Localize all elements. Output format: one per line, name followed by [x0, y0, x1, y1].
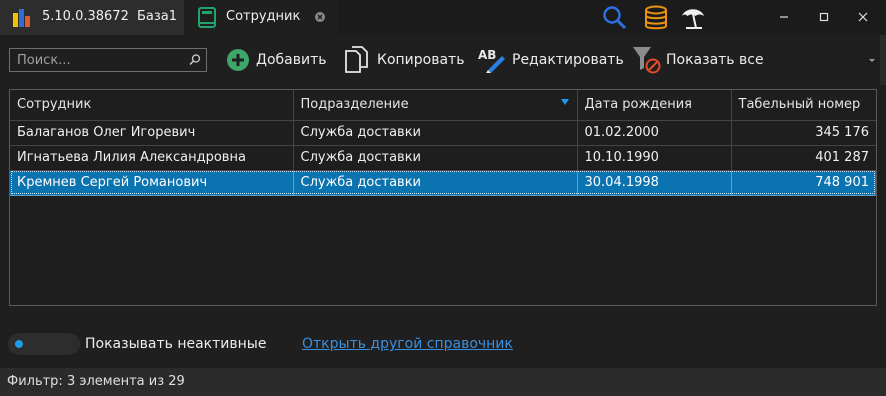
cell-department[interactable]: Служба доставки — [293, 145, 578, 171]
table-row[interactable]: Игнатьева Лилия Александровна Служба дос… — [10, 145, 876, 171]
close-window-icon[interactable] — [852, 6, 874, 28]
cell-employee[interactable]: Игнатьева Лилия Александровна — [10, 145, 294, 171]
maximize-icon[interactable] — [813, 6, 835, 28]
column-header-employee[interactable]: Сотрудник — [10, 90, 294, 121]
table-row[interactable]: Балаганов Олег Игоревич Служба доставки … — [10, 120, 876, 146]
column-header-department-label: Подразделение — [300, 97, 409, 113]
show-all-button-label: Показать все — [666, 52, 764, 68]
toolbar-edge — [880, 35, 886, 85]
cell-department[interactable]: Служба доставки — [293, 170, 578, 196]
search-small-icon[interactable] — [188, 53, 202, 67]
cell-employee[interactable]: Кремнев Сергей Романович — [10, 170, 294, 196]
edit-button[interactable]: AB Редактировать — [478, 46, 624, 74]
cell-personnel-number[interactable]: 401 287 — [731, 145, 876, 171]
cell-employee[interactable]: Балаганов Олег Игоревич — [10, 120, 294, 146]
cell-department[interactable]: Служба доставки — [293, 120, 578, 146]
employee-table[interactable]: Сотрудник Подразделение Дата рождения Та… — [9, 89, 877, 306]
column-header-department[interactable]: Подразделение — [293, 90, 578, 121]
svg-text:AB: AB — [478, 48, 496, 62]
cell-birth-date[interactable]: 10.10.1990 — [577, 145, 732, 171]
tab-title: Сотрудник — [226, 9, 301, 24]
table-row-selected[interactable]: Кремнев Сергей Романович Служба доставки… — [10, 170, 876, 196]
copy-button[interactable]: Копировать — [344, 46, 464, 74]
status-bar: Фильтр: 3 элемента из 29 — [0, 368, 886, 396]
clear-filter-icon — [633, 47, 661, 74]
show-inactive-label: Показывать неактивные — [85, 336, 267, 352]
table-header-row: Сотрудник Подразделение Дата рождения Та… — [10, 90, 876, 121]
edit-ab-icon: AB — [478, 48, 505, 73]
cell-birth-date[interactable]: 30.04.1998 — [577, 170, 732, 196]
book-icon — [198, 7, 216, 28]
cell-birth-date[interactable]: 01.02.2000 — [577, 120, 732, 146]
app-version: 5.10.0.38672 — [42, 9, 129, 24]
show-inactive-toggle[interactable] — [8, 333, 80, 355]
database-icon[interactable] — [643, 5, 669, 31]
search-icon[interactable] — [602, 5, 628, 31]
database-name: База1 — [137, 9, 178, 24]
edit-button-label: Редактировать — [512, 52, 624, 68]
toolbar-overflow-icon[interactable] — [866, 54, 878, 66]
toolbar: Добавить Копировать AB Редактировать Пок… — [0, 35, 886, 85]
beach-umbrella-icon[interactable] — [680, 5, 706, 31]
tab-employee[interactable]: Сотрудник — [184, 0, 338, 35]
close-tab-icon[interactable] — [314, 11, 326, 23]
title-bar: 5.10.0.38672 База1 Сотрудник — [0, 0, 886, 35]
column-header-personnel-number[interactable]: Табельный номер — [731, 90, 876, 121]
copy-icon — [345, 46, 368, 73]
copy-button-label: Копировать — [377, 52, 465, 68]
add-button[interactable]: Добавить — [226, 46, 326, 74]
search-input[interactable] — [10, 49, 186, 71]
add-button-label: Добавить — [256, 52, 327, 68]
minimize-icon[interactable] — [773, 6, 795, 28]
column-header-birth-date[interactable]: Дата рождения — [577, 90, 732, 121]
app-logo-icon — [13, 9, 30, 27]
app-tab[interactable]: 5.10.0.38672 База1 — [0, 0, 184, 35]
cell-personnel-number[interactable]: 748 901 — [731, 170, 876, 196]
open-other-directory-link[interactable]: Открыть другой справочник — [302, 336, 513, 352]
cell-personnel-number[interactable]: 345 176 — [731, 120, 876, 146]
column-filter-icon[interactable] — [560, 99, 569, 105]
toggle-knob — [15, 340, 23, 348]
add-icon — [227, 49, 249, 71]
search-box[interactable] — [9, 48, 207, 72]
status-text: Фильтр: 3 элемента из 29 — [7, 374, 185, 389]
show-all-button[interactable]: Показать все — [632, 46, 764, 74]
